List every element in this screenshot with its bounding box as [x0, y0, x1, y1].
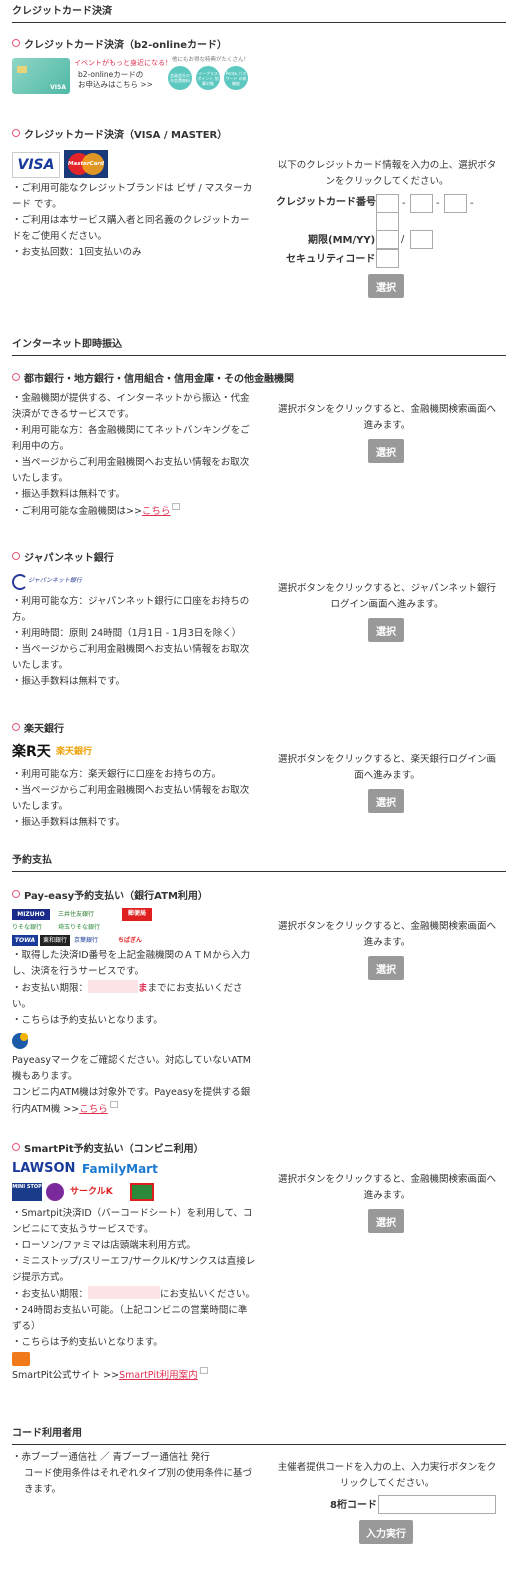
b2-online-banner[interactable]: VISA イベントがもっと身近になる！ b2-onlineカードの お申込みはこ… — [12, 56, 250, 100]
heading-payeasy: Pay-easy予約支払い（銀行ATM利用） — [12, 889, 208, 905]
heading-visa-master: クレジットカード決済（VISA / MASTER） — [12, 128, 227, 144]
banner-text-1: b2-onlineカードの — [78, 70, 144, 79]
smartpit-instruction: 選択ボタンをクリックすると、金融機関検索画面へ進みます。 — [277, 1174, 497, 1201]
select-button-smartpit[interactable]: 選択 — [368, 1209, 404, 1233]
benefit-circle: 会員会社の 年会費無料 — [168, 66, 192, 90]
separator: - — [402, 198, 406, 209]
payeasy-deadline: ・お支払い期限： ままでにお支払いください。 — [12, 980, 256, 1013]
japannet-logo: ジャパンネット銀行 — [12, 574, 82, 590]
select-button-japannet[interactable]: 選択 — [368, 618, 404, 642]
benefit-circle: Ponta パスワード の新機能 — [224, 66, 248, 90]
card-brand: VISA — [50, 84, 66, 91]
smartpit-site-line: SmartPit公式サイト >>SmartPit利用案内 — [12, 1367, 256, 1384]
smartpit-guide-link[interactable]: SmartPit利用案内 — [119, 1370, 198, 1381]
city-bank-instruction: 選択ボタンをクリックすると、金融機関検索画面へ進みます。 — [277, 404, 497, 431]
select-button-rakuten[interactable]: 選択 — [368, 789, 404, 813]
convenience-store-logos: LAWSON FamilyMart MINI STOP サークルK — [12, 1161, 162, 1203]
heading-smartpit: SmartPit予約支払い（コンビニ利用） — [12, 1142, 204, 1158]
bullet-icon — [12, 129, 20, 137]
external-link-icon — [172, 503, 181, 510]
redacted-date — [88, 980, 139, 993]
separator: / — [401, 234, 405, 245]
payeasy-mark-icon — [12, 1029, 256, 1053]
city-bank-link-line: ・ご利用可能な金融機関は>>こちら — [12, 503, 256, 520]
rakuten-description: ・利用可能な方：楽天銀行に口座をお持ちの方。 ・当ページからご利用金融機関へお支… — [12, 769, 250, 828]
heading-city-banks: 都市銀行・地方銀行・信用組合・信用金庫・その他金融機関 — [12, 372, 294, 388]
code-label: 8桁コード — [330, 1500, 377, 1511]
payeasy-atm-link[interactable]: こちら — [79, 1104, 108, 1115]
rakuten-instruction: 選択ボタンをクリックすると、楽天銀行ログイン画面へ進みます。 — [277, 754, 497, 781]
available-banks-link[interactable]: こちら — [142, 506, 171, 517]
separator: - — [470, 198, 474, 209]
japannet-instruction: 選択ボタンをクリックすると、ジャパンネット銀行ログイン画面へ進みます。 — [278, 583, 496, 610]
select-button-credit[interactable]: 選択 — [368, 274, 404, 298]
bullet-icon — [12, 552, 20, 560]
visa-instruction: 以下のクレジットカード情報を入力の上、選択ボタンをクリックしてください。 — [277, 160, 497, 187]
smartpit-deadline: ・お支払い期限： にお支払いください。 — [12, 1286, 256, 1303]
rakuten-logo: 楽R天 楽天銀行 — [12, 744, 93, 760]
expiry-year-field[interactable] — [410, 230, 433, 249]
card-number-field-1[interactable] — [376, 194, 399, 213]
bullet-icon — [12, 39, 20, 47]
japannet-description: ・利用可能な方：ジャパンネット銀行に口座をお持ちの方。 ・利用時間：原則 24時… — [12, 596, 250, 687]
payeasy-atm-line: コンビニ内ATM機は対象外です。Payeasyを提供する銀行内ATM機 >>こち… — [12, 1087, 251, 1115]
card-number-field-3[interactable] — [444, 194, 467, 213]
select-button-payeasy[interactable]: 選択 — [368, 956, 404, 980]
benefit-circle: イープラス ポイント 加算対象 — [196, 66, 220, 90]
section-title-code: コード利用者用 — [12, 1426, 506, 1445]
payeasy-bank-logos: MIZUHO 三井住友銀行 郵便局 りそな銀行 埼玉りそな銀行 TOWA 東和銀… — [12, 908, 162, 946]
heading-rakuten-bank: 楽天銀行 — [12, 722, 64, 738]
card-number-field-2[interactable] — [410, 194, 433, 213]
separator: - — [436, 198, 440, 209]
section-title-reserve: 予約支払 — [12, 853, 506, 872]
code-input[interactable] — [378, 1495, 496, 1514]
banner-headline: 他にもお得な特典がたくさん！ — [172, 57, 250, 63]
mastercard-logo: MasterCard — [64, 150, 108, 178]
card-chip-icon — [17, 66, 27, 73]
section-title-credit: クレジットカード決済 — [12, 4, 506, 23]
bullet-icon — [12, 373, 20, 381]
external-link-icon — [199, 1367, 208, 1374]
bullet-icon — [12, 723, 20, 731]
card-image: VISA — [12, 58, 70, 94]
payeasy-instruction: 選択ボタンをクリックすると、金融機関検索画面へ進みます。 — [277, 921, 497, 948]
bullet-icon — [12, 1143, 20, 1151]
expiry-label: 期限(MM/YY) — [308, 235, 376, 246]
payeasy-description: ・取得した決済ID番号を上記金融機関のＡＴＭから入力し、決済を行うサービスです。… — [12, 948, 256, 1118]
bullet-icon — [12, 890, 20, 898]
section-title-netbank: インターネット即時振込 — [12, 337, 506, 356]
code-description: ・赤ブーブー通信社 ／ 青ブーブー通信社 発行 コード使用条件はそれぞれタイプ別… — [12, 1452, 253, 1495]
redacted-date — [88, 1286, 161, 1299]
code-instruction: 主催者提供コードを入力の上、入力実行ボタンをクリックしてください。 — [277, 1462, 497, 1489]
payment-page: { "credit": { "section_title": "クレジットカード… — [0, 0, 524, 1583]
heading-b2-online: クレジットカード決済（b2-onlineカード） — [12, 38, 227, 54]
card-number-label: クレジットカード番号 — [276, 197, 376, 208]
card-number-field-4[interactable] — [376, 212, 399, 231]
banner-text-2: お申込みはこちら >> — [78, 80, 153, 89]
banner-tag: イベントがもっと身近になる！ — [74, 59, 172, 67]
visa-description: ・ご利用可能なクレジットブランドは ビザ / マスターカード です。 ・ご利用は… — [12, 183, 253, 258]
smartpit-description: ・Smartpit決済ID（バーコードシート）を利用して、コンビニにて支払うサー… — [12, 1206, 256, 1384]
expiry-month-field[interactable] — [376, 230, 399, 249]
heading-japannet-bank: ジャパンネット銀行 — [12, 551, 114, 567]
visa-logo: VISA — [12, 152, 60, 178]
city-bank-description: ・金融機関が提供する、インターネットから振込・代金決済ができるサービスです。 ・… — [12, 391, 256, 520]
external-link-icon — [109, 1101, 118, 1108]
select-button-city-bank[interactable]: 選択 — [368, 439, 404, 463]
security-code-field[interactable] — [376, 249, 399, 268]
submit-code-button[interactable]: 入力実行 — [359, 1520, 413, 1544]
smartpit-logo-icon — [12, 1351, 256, 1367]
security-code-label: セキュリティコード — [286, 254, 376, 265]
